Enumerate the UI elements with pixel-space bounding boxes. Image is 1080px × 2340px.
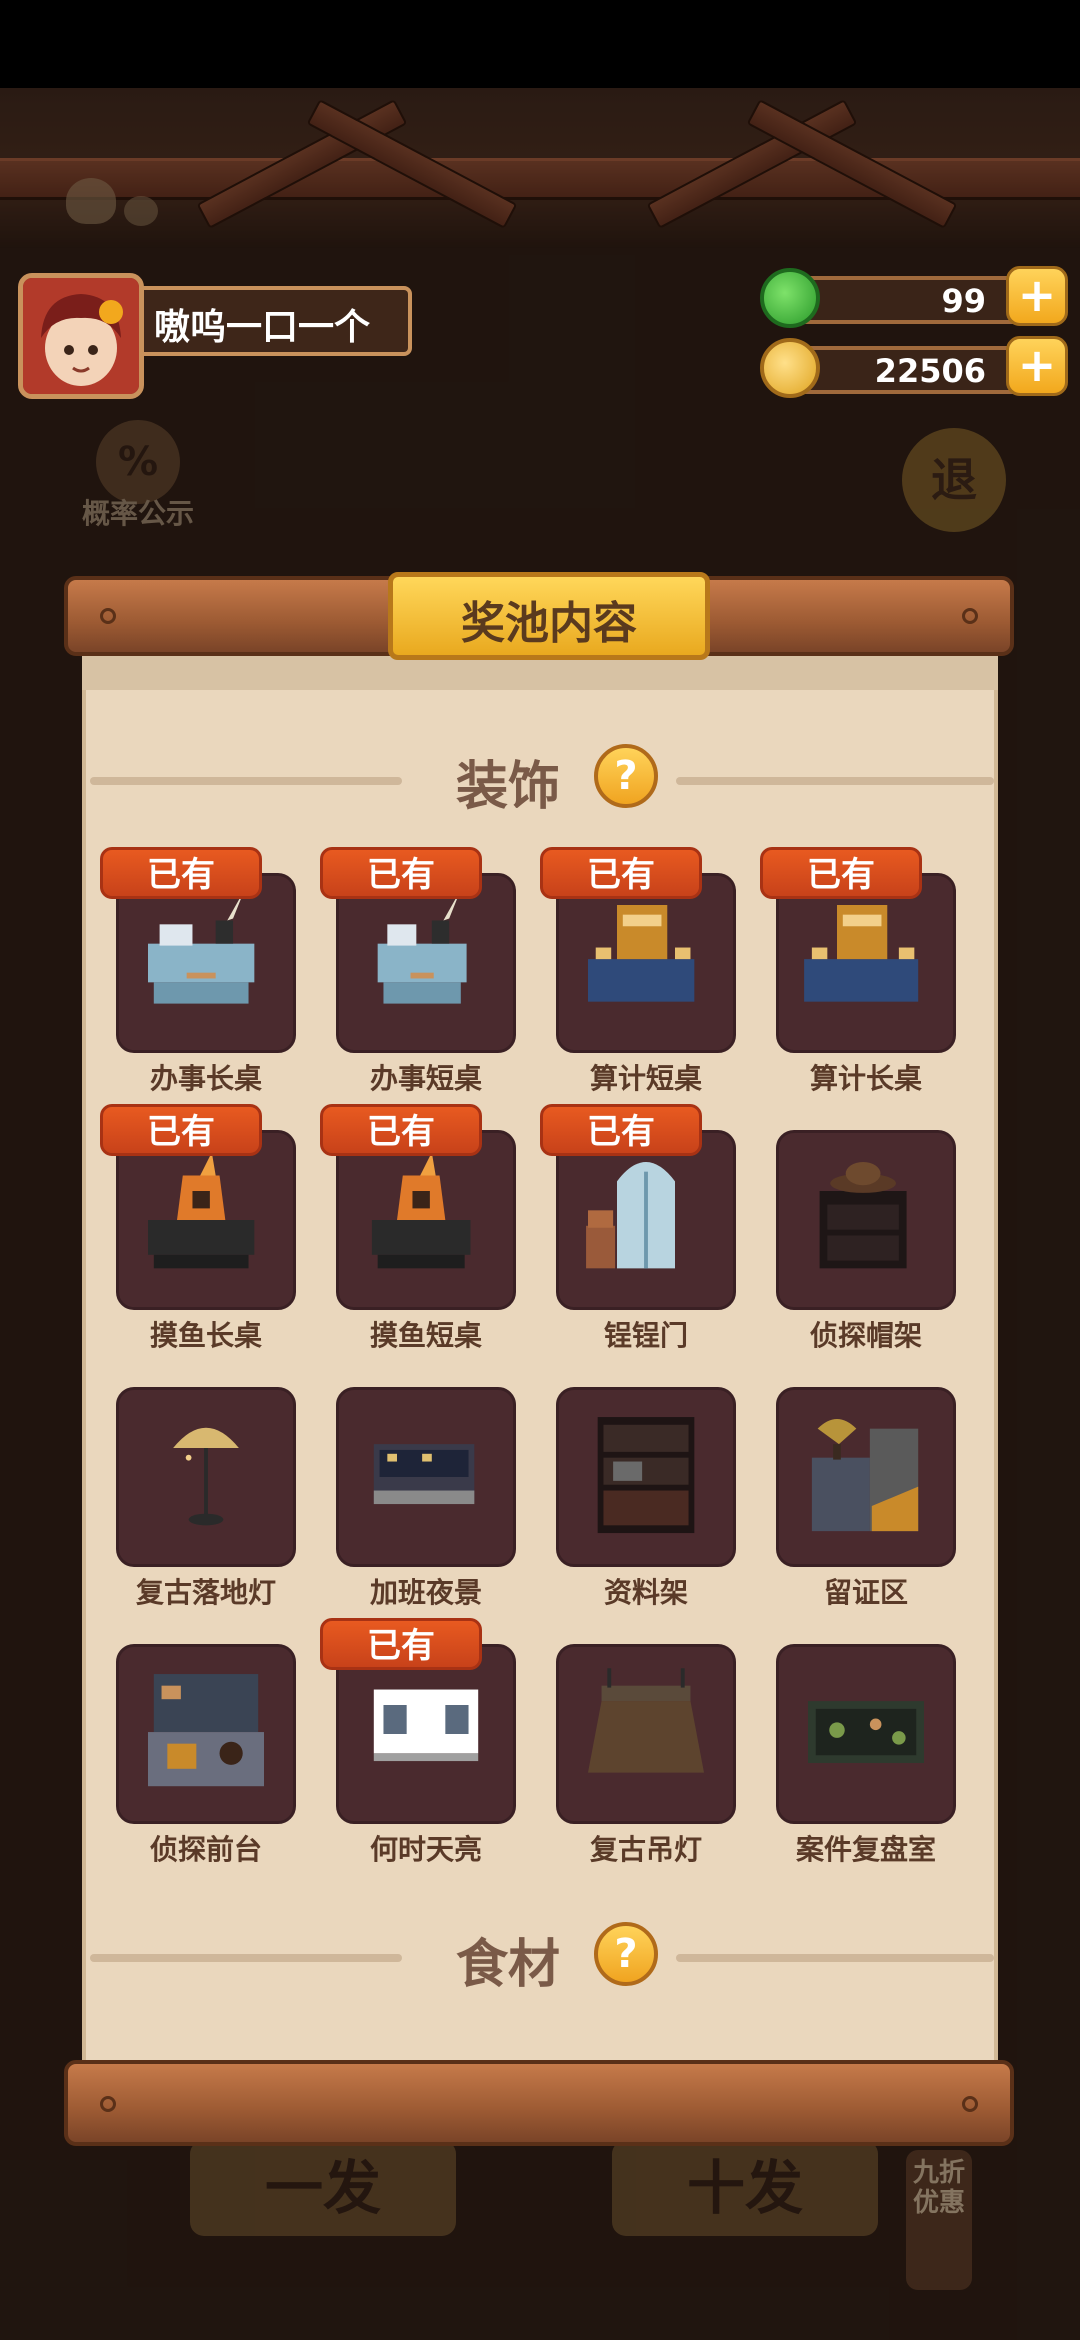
prize-item-label: 锃锃门: [603, 1319, 688, 1352]
avatar[interactable]: [18, 273, 144, 399]
draw-one-button[interactable]: 一发: [190, 2140, 456, 2236]
coin-value: 22506: [874, 352, 986, 390]
prize-item[interactable]: [336, 873, 516, 1053]
panel-shadow: [82, 656, 998, 690]
section-title-decor: 装饰: [456, 757, 561, 817]
overtime-night-view-icon: [373, 1444, 475, 1505]
shiny-door-icon: [586, 1162, 675, 1269]
prize-item[interactable]: [336, 1130, 516, 1310]
case-review-room-icon: [808, 1701, 924, 1763]
accounting-short-desk-icon: [588, 905, 695, 1002]
document-shelf-icon: [597, 1417, 695, 1534]
owned-badge: 已有: [760, 847, 922, 899]
prize-item-label: 留证区: [823, 1576, 908, 1609]
jade-coin-icon: [760, 268, 820, 328]
prize-item[interactable]: [116, 1387, 296, 1567]
prize-item[interactable]: [116, 873, 296, 1053]
prize-item[interactable]: [776, 873, 956, 1053]
prize-item-label: 摸鱼短桌: [369, 1319, 482, 1352]
office-long-desk-icon: [148, 889, 255, 1004]
probability-button[interactable]: % 概率公示: [68, 420, 208, 530]
panel-title: 奖池内容: [461, 598, 637, 649]
section-divider: [90, 1954, 402, 1962]
player-name-plate: 嗷呜一口一个: [140, 286, 412, 356]
prize-item-label: 摸鱼长桌: [149, 1319, 262, 1352]
prize-item[interactable]: [336, 1387, 516, 1567]
owned-badge: 已有: [320, 1618, 482, 1670]
probability-label: 概率公示: [81, 497, 194, 530]
owned-badge: 已有: [320, 1104, 482, 1156]
prize-item[interactable]: [556, 1644, 736, 1824]
discount-badge: 九折优惠: [906, 2150, 972, 2290]
prize-item-label: 复古吊灯: [589, 1833, 702, 1866]
owned-badge: 已有: [320, 847, 482, 899]
accounting-long-desk-icon: [804, 905, 919, 1002]
prize-item[interactable]: [336, 1644, 516, 1824]
prize-item-label: 加班夜景: [369, 1576, 482, 1609]
add-jade-button[interactable]: +: [1006, 266, 1068, 326]
prize-item[interactable]: [556, 1387, 736, 1567]
slacker-long-desk-icon: [148, 1152, 255, 1269]
prize-item-label: 算计长桌: [809, 1062, 922, 1095]
scroll-bottom-rod: [64, 2060, 1014, 2146]
prize-item[interactable]: [116, 1644, 296, 1824]
section-divider: [90, 777, 402, 785]
prize-item[interactable]: [116, 1130, 296, 1310]
detective-front-desk-icon: [148, 1674, 264, 1787]
add-coin-button[interactable]: +: [1006, 336, 1068, 396]
prize-item-label: 算计短桌: [589, 1062, 702, 1095]
office-short-desk-icon: [377, 889, 467, 1004]
rod-nail: [962, 2096, 978, 2112]
gold-coin-icon: [760, 338, 820, 398]
prize-item[interactable]: [556, 1130, 736, 1310]
retro-floor-lamp-icon: [173, 1427, 239, 1526]
prize-item-label: 复古落地灯: [135, 1576, 276, 1609]
prize-item-label: 资料架: [603, 1576, 688, 1609]
prize-item-label: 侦探前台: [149, 1833, 262, 1866]
draw-ten-button[interactable]: 十发: [612, 2140, 878, 2236]
owned-badge: 已有: [100, 847, 262, 899]
owned-badge: 已有: [100, 1104, 262, 1156]
prize-item-label: 案件复盘室: [795, 1833, 936, 1866]
detective-hat-rack-icon: [819, 1162, 907, 1269]
avatar-portrait-icon: [23, 278, 139, 394]
prize-item-label: 何时天亮: [369, 1833, 482, 1866]
rod-nail: [100, 2096, 116, 2112]
back-button[interactable]: 退: [902, 428, 1006, 532]
help-icon[interactable]: ?: [594, 744, 658, 808]
evidence-area-icon: [811, 1419, 919, 1532]
prize-item[interactable]: [776, 1130, 956, 1310]
rod-nail: [100, 608, 116, 624]
jade-value: 99: [941, 282, 986, 320]
prize-item[interactable]: [776, 1644, 956, 1824]
section-title-ingredients: 食材: [456, 1935, 561, 1995]
prize-item-label: 办事短桌: [369, 1062, 482, 1095]
prize-item-label: 办事长桌: [149, 1062, 262, 1095]
section-divider: [676, 777, 994, 785]
slacker-short-desk-icon: [371, 1152, 471, 1269]
prize-item[interactable]: [556, 873, 736, 1053]
rod-nail: [962, 608, 978, 624]
retro-pendant-lamp-icon: [588, 1668, 704, 1773]
panel-title-plate: 奖池内容: [388, 572, 710, 660]
prize-item[interactable]: [776, 1387, 956, 1567]
section-divider: [676, 1954, 994, 1962]
help-icon[interactable]: ?: [594, 1922, 658, 1986]
owned-badge: 已有: [540, 1104, 702, 1156]
dawn-window-icon: [373, 1689, 479, 1762]
player-name: 嗷呜一口一个: [154, 307, 371, 348]
owned-badge: 已有: [540, 847, 702, 899]
prize-item-label: 侦探帽架: [809, 1319, 922, 1352]
